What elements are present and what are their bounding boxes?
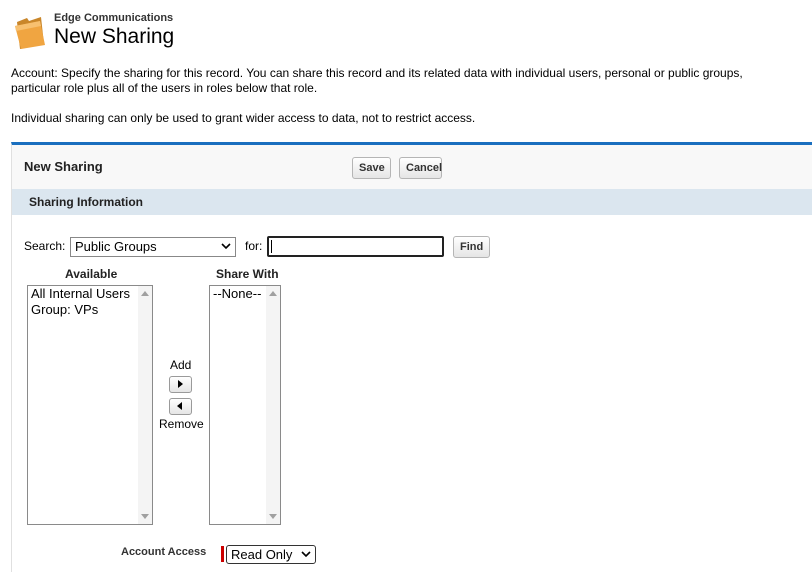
add-button[interactable] <box>169 376 192 393</box>
header-text: Edge Communications New Sharing <box>54 12 174 50</box>
scroll-up-icon[interactable] <box>269 291 277 296</box>
search-type-value: Public Groups <box>75 239 157 254</box>
arrow-right-icon <box>178 380 183 388</box>
cancel-button[interactable]: Cancel <box>399 157 442 179</box>
description-text: Account: Specify the sharing for this re… <box>11 66 743 96</box>
description-line-2: particular role plus all of the users in… <box>11 81 318 95</box>
available-listbox[interactable]: All Internal Users Group: VPs <box>27 285 153 525</box>
search-type-select[interactable]: Public Groups <box>70 237 236 257</box>
arrow-left-icon <box>177 402 182 410</box>
description-note: Individual sharing can only be used to g… <box>11 111 476 125</box>
account-access-label: Account Access <box>121 546 207 558</box>
available-heading: Available <box>65 267 118 281</box>
page-header: Edge Communications New Sharing <box>14 10 314 54</box>
share-with-heading: Share With <box>216 267 279 281</box>
description-line-1: Account: Specify the sharing for this re… <box>11 66 743 80</box>
add-label: Add <box>170 358 192 372</box>
find-button[interactable]: Find <box>453 236 490 258</box>
section-title: Sharing Information <box>29 195 143 209</box>
chevron-down-icon <box>221 243 231 250</box>
scroll-down-icon[interactable] <box>141 514 149 519</box>
panel-title: New Sharing <box>24 159 103 174</box>
folder-icon <box>15 17 45 49</box>
remove-label: Remove <box>159 417 204 431</box>
page-title: New Sharing <box>54 25 175 48</box>
text-cursor <box>271 240 272 253</box>
share-with-listbox[interactable]: --None-- <box>209 285 281 525</box>
account-access-value: Read Only <box>231 547 293 562</box>
search-label: Search: <box>24 239 66 253</box>
chevron-down-icon <box>301 551 311 558</box>
list-item[interactable]: All Internal Users <box>28 286 152 302</box>
account-access-select[interactable]: Read Only <box>226 545 316 564</box>
remove-button[interactable] <box>169 398 192 415</box>
save-button[interactable]: Save <box>352 157 391 179</box>
search-input[interactable] <box>267 236 444 257</box>
object-label: Edge Communications <box>54 12 174 24</box>
list-item[interactable]: Group: VPs <box>28 302 152 318</box>
section-header: Sharing Information <box>12 189 812 215</box>
scroll-up-icon[interactable] <box>141 291 149 296</box>
for-label: for: <box>245 239 263 253</box>
scrollbar[interactable] <box>266 286 280 524</box>
scroll-down-icon[interactable] <box>269 514 277 519</box>
scrollbar[interactable] <box>138 286 152 524</box>
move-controls: Add Remove <box>159 355 207 435</box>
sharing-panel: New Sharing Save Cancel Sharing Informat… <box>11 142 812 575</box>
required-indicator <box>221 546 224 562</box>
section-body: Search: Public Groups for: Find Availabl… <box>12 215 812 575</box>
